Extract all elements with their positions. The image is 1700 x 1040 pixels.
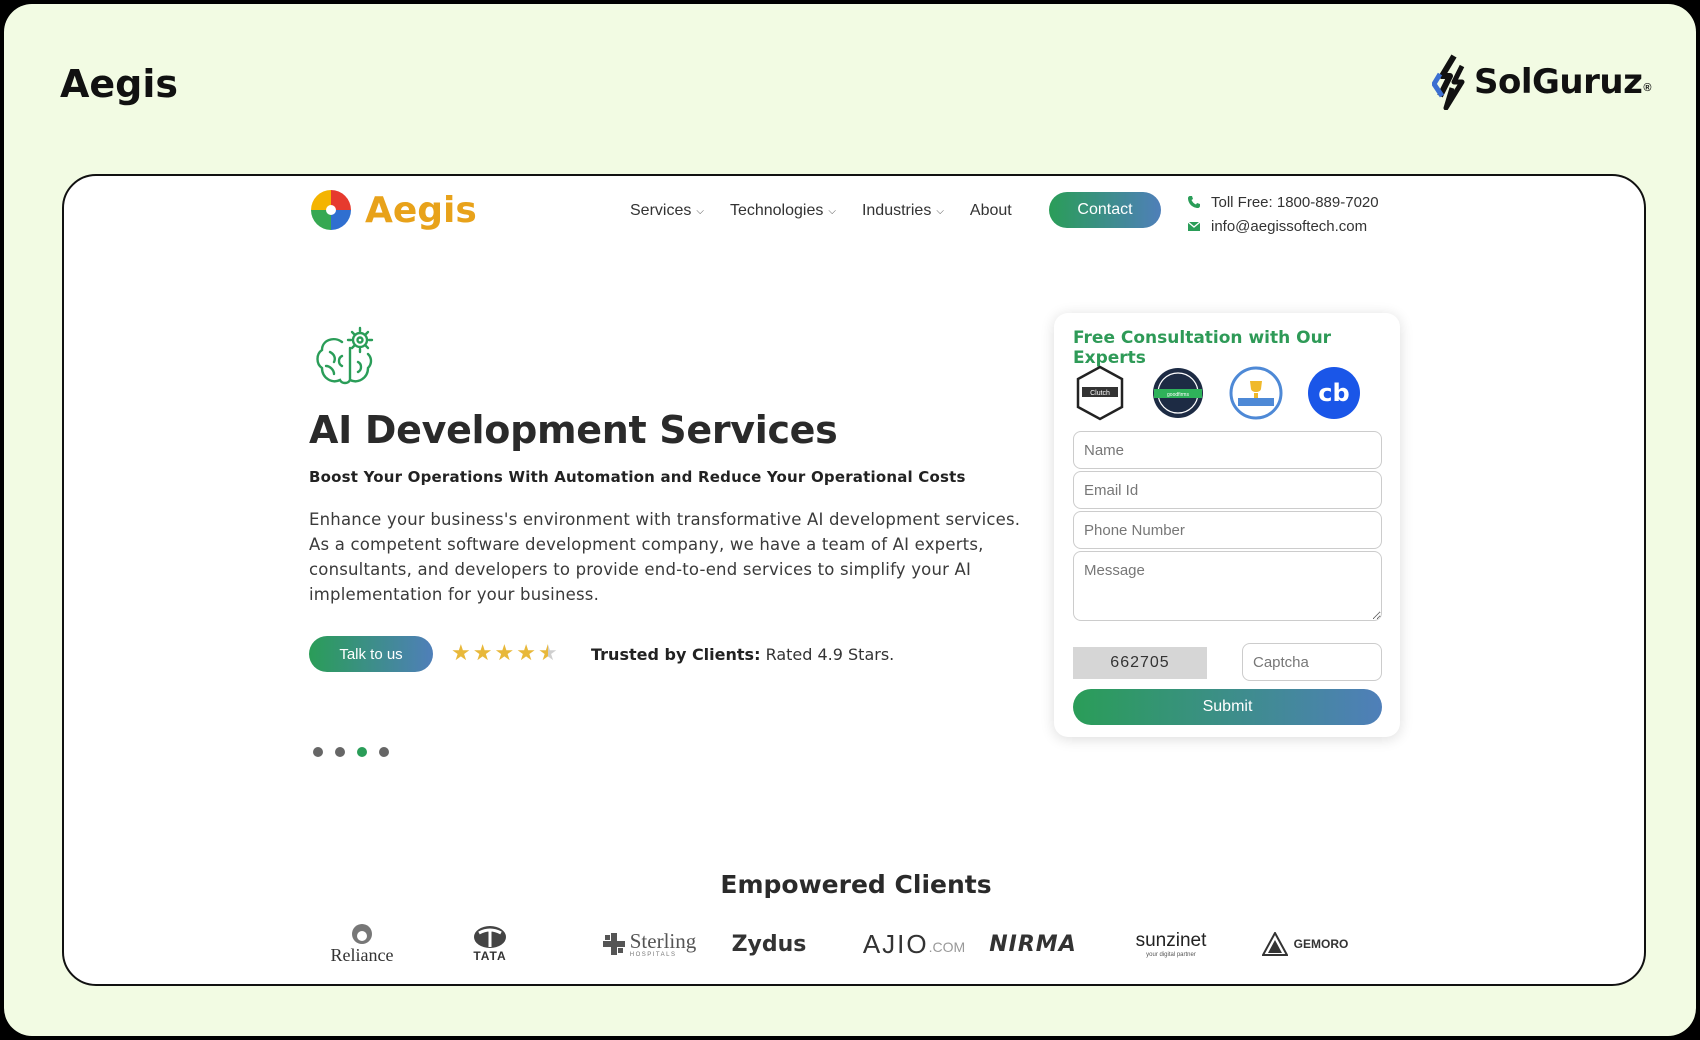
star-icon: ★ [472, 640, 493, 665]
trusted-label: Trusted by Clients: [591, 645, 761, 664]
svg-text:cb: cb [1318, 379, 1349, 407]
nav-about[interactable]: About [970, 202, 1012, 220]
email-text: info@aegissoftech.com [1211, 217, 1368, 235]
slider-dots [313, 747, 401, 757]
toll-free-text: Toll Free: 1800-889-7020 [1211, 193, 1379, 211]
hero-title: AI Development Services [309, 408, 838, 452]
svg-text:Clutch: Clutch [1090, 390, 1110, 397]
crunchbase-badge-icon: cb [1308, 367, 1360, 419]
zydus-logo: Zydus [731, 931, 807, 957]
nav-about-label: About [969, 202, 1012, 219]
registered-mark: ® [1643, 82, 1652, 94]
star-rating: ★ ★ ★ ★ ★ [451, 640, 560, 666]
star-icon: ★ [494, 640, 515, 665]
solguruz-mark-icon [1432, 54, 1465, 110]
contact-button[interactable]: Contact [1049, 192, 1161, 228]
nav-industries[interactable]: Industries ⌵ [862, 202, 944, 220]
consultation-form: Free Consultation with Our Experts Clutc… [1054, 313, 1400, 737]
sterling-mark-icon [602, 933, 625, 955]
goodfirms-badge-icon: goodfirms [1153, 368, 1203, 418]
sterling-logo: Sterling HOSPITALS [594, 920, 704, 968]
mail-icon [1187, 221, 1201, 231]
email-line[interactable]: info@aegissoftech.com [1187, 214, 1379, 238]
phone-field[interactable] [1073, 511, 1382, 549]
chevron-down-icon: ⌵ [936, 205, 944, 217]
reliance-mark-icon [352, 923, 372, 944]
main-nav: Services ⌵ Technologies ⌵ Industries ⌵ A… [630, 202, 1038, 220]
gemoro-mark-icon [1261, 932, 1288, 956]
talk-to-us-button[interactable]: Talk to us [309, 636, 433, 672]
message-field[interactable] [1073, 551, 1382, 621]
nav-services-label: Services [630, 202, 692, 219]
sunzinet-logo: sunzinet your digital partner [1135, 930, 1207, 958]
slider-dot-3[interactable] [357, 747, 367, 757]
form-title: Free Consultation with Our Experts [1073, 328, 1332, 368]
captcha-code: 662705 [1073, 647, 1207, 679]
star-icon: ★ [516, 640, 536, 665]
tata-mark-icon [474, 926, 506, 948]
site-logo[interactable]: Aegis [309, 188, 477, 232]
star-icon: ★ [451, 640, 471, 665]
email-field[interactable] [1073, 471, 1382, 509]
presentation-background: Aegis SolGuruz ® Aegis Services ⌵ Techno… [4, 4, 1696, 1036]
captcha-field[interactable] [1242, 643, 1382, 681]
name-field[interactable] [1073, 431, 1382, 469]
brand-name: SolGuruz [1474, 62, 1643, 102]
phone-icon [1188, 196, 1200, 208]
svg-text:goodfirms: goodfirms [1167, 392, 1189, 398]
ajio-logo: AJIO .COM [862, 928, 966, 959]
nirma-logo: NIRMA [989, 931, 1077, 957]
trusted-text: Rated 4.9 Stars. [765, 645, 895, 664]
chevron-down-icon: ⌵ [828, 205, 836, 217]
website-screenshot-frame: Aegis Services ⌵ Technologies ⌵ Industri… [62, 174, 1646, 986]
half-star-icon: ★ [537, 640, 558, 665]
toll-free-line[interactable]: Toll Free: 1800-889-7020 [1187, 190, 1379, 214]
nav-industries-label: Industries [861, 202, 932, 219]
contact-info: Toll Free: 1800-889-7020 info@aegissofte… [1187, 190, 1379, 238]
top-developers-badge-icon [1229, 366, 1283, 420]
nav-technologies-label: Technologies [729, 202, 824, 219]
brain-gear-icon [316, 326, 374, 385]
hero-subtitle: Boost Your Operations With Automation an… [309, 468, 966, 486]
chevron-down-icon: ⌵ [696, 205, 704, 217]
slider-dot-1[interactable] [313, 747, 323, 757]
clutch-badge-icon: Clutch [1076, 365, 1124, 421]
submit-button[interactable]: Submit [1073, 689, 1382, 725]
nav-technologies[interactable]: Technologies ⌵ [730, 202, 836, 220]
clients-title: Empowered Clients [720, 870, 992, 899]
nav-services[interactable]: Services ⌵ [630, 202, 704, 220]
solguruz-logo: SolGuruz ® [1432, 54, 1651, 110]
aegis-pinwheel-icon [311, 190, 351, 230]
award-badges: Clutch goodfirms cb [1072, 365, 1382, 421]
gemoro-logo: GEMORO [1250, 920, 1360, 968]
slide-title: Aegis [60, 62, 179, 106]
hero-description: Enhance your business's environment with… [309, 510, 1021, 604]
slider-dot-4[interactable] [379, 747, 389, 757]
trusted-rating: Trusted by Clients: Rated 4.9 Stars. [591, 645, 894, 664]
reliance-logo: Reliance [322, 920, 402, 968]
tata-logo: TATA [460, 920, 520, 968]
site-logo-text: Aegis [365, 189, 477, 231]
slider-dot-2[interactable] [335, 747, 345, 757]
